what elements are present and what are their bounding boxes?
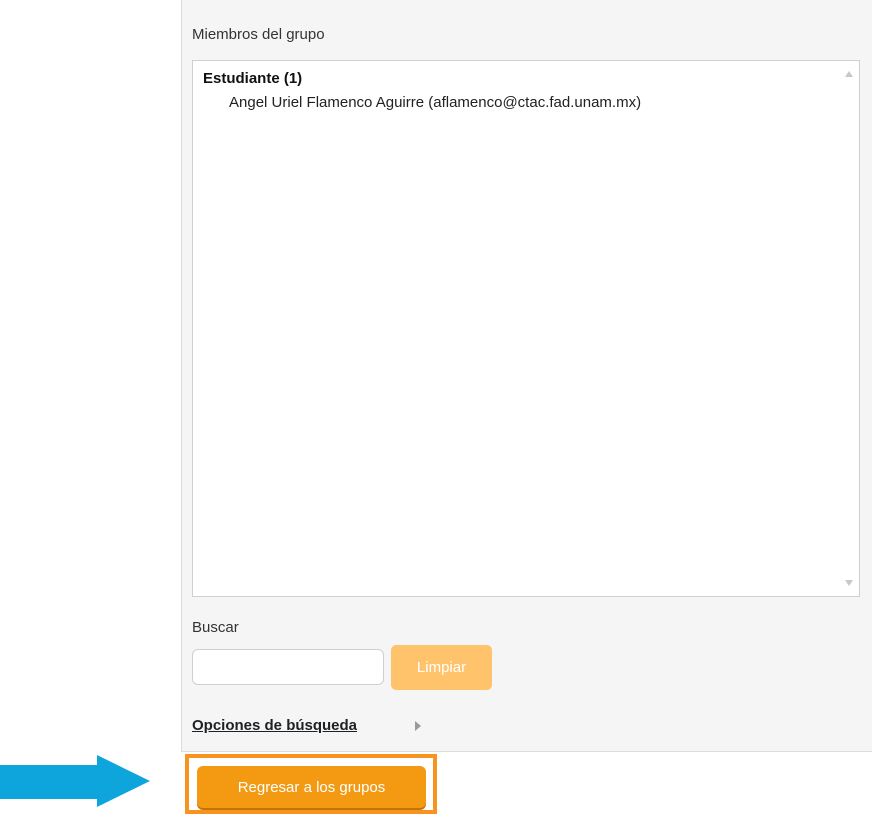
- clear-button[interactable]: Limpiar: [391, 645, 492, 690]
- role-heading: Estudiante (1): [203, 70, 303, 87]
- search-input[interactable]: [192, 649, 384, 685]
- back-to-groups-button[interactable]: Regresar a los grupos: [197, 766, 426, 808]
- right-arrow-icon: [0, 765, 99, 799]
- scroll-down-icon[interactable]: [845, 580, 853, 586]
- search-options-link[interactable]: Opciones de búsqueda: [192, 717, 357, 734]
- right-arrow-head: [97, 755, 150, 807]
- members-label: Miembros del grupo: [192, 26, 325, 43]
- group-members-panel: Miembros del grupo Estudiante (1) Angel …: [181, 0, 872, 752]
- members-listbox[interactable]: Estudiante (1) Angel Uriel Flamenco Agui…: [192, 60, 860, 597]
- scroll-up-icon[interactable]: [845, 71, 853, 77]
- triangle-right-icon[interactable]: [415, 721, 421, 731]
- search-label: Buscar: [192, 619, 239, 636]
- member-option[interactable]: Angel Uriel Flamenco Aguirre (aflamenco@…: [229, 94, 641, 111]
